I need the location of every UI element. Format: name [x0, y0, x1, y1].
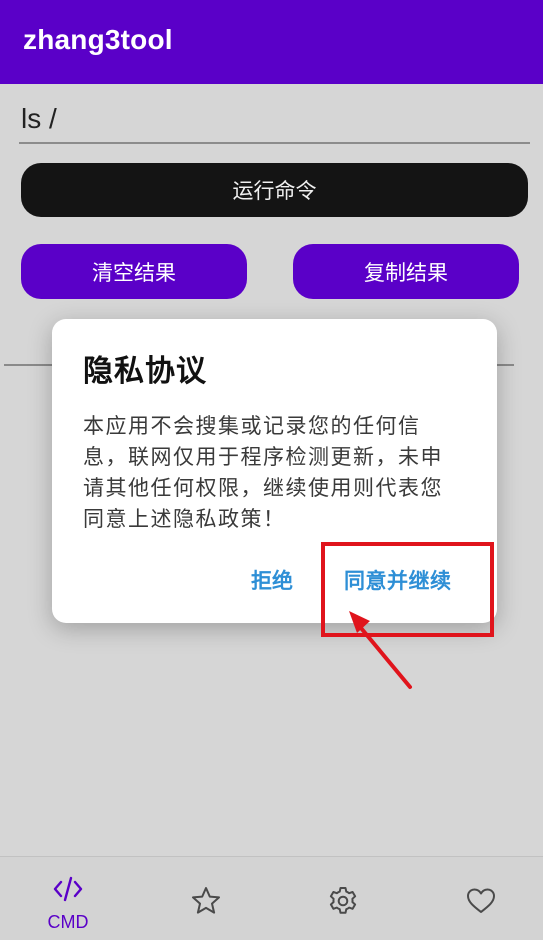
command-input-field[interactable]: [19, 98, 534, 144]
heart-icon: [467, 888, 495, 913]
run-command-button[interactable]: 运行命令: [21, 163, 528, 217]
nav-item-cmd[interactable]: CMD: [32, 857, 104, 940]
reject-button[interactable]: 拒绝: [251, 565, 293, 595]
copy-results-button[interactable]: 复制结果: [293, 244, 519, 299]
app-bar: zhang3tool: [0, 0, 543, 84]
command-input[interactable]: [19, 98, 534, 140]
bottom-nav: CMD: [0, 856, 543, 940]
app-title: zhang3tool: [23, 24, 173, 55]
star-icon: [192, 887, 220, 914]
dialog-message: 本应用不会搜集或记录您的任何信息，联网仅用于程序检测更新，未申请其他任何权限，继…: [83, 414, 443, 531]
gear-icon: [329, 887, 357, 914]
code-icon: [53, 876, 83, 902]
dialog-title: 隐私协议: [83, 354, 207, 389]
nav-item-settings[interactable]: [307, 857, 379, 940]
nav-item-favorites[interactable]: [170, 857, 242, 940]
clear-results-button[interactable]: 清空结果: [21, 244, 247, 299]
pointer-arrow-icon: [349, 611, 412, 689]
nav-label-cmd: CMD: [47, 912, 89, 932]
nav-item-likes[interactable]: [445, 857, 517, 940]
